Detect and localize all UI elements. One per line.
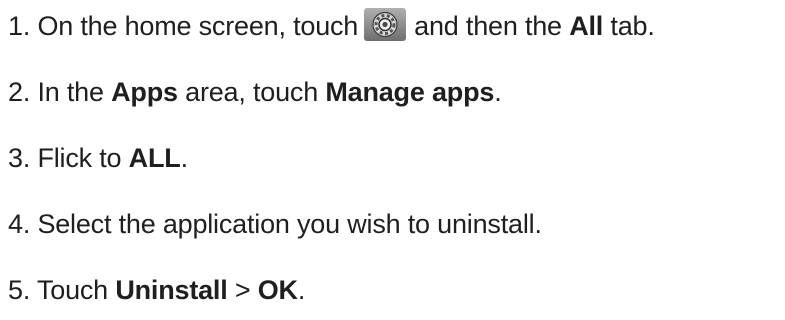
step-text: Flick to bbox=[37, 143, 122, 173]
step-2: 2. In the Apps area, touch Manage apps. bbox=[8, 74, 502, 110]
step-text: . bbox=[494, 77, 502, 107]
step-text: and then the bbox=[414, 11, 562, 41]
apps-area-label: Apps bbox=[111, 77, 178, 107]
all-tab-label: All bbox=[569, 11, 604, 41]
step-number: 4. bbox=[8, 209, 31, 239]
manage-apps-label: Manage apps bbox=[325, 77, 495, 107]
step-number: 1. bbox=[8, 11, 31, 41]
step-5: 5. Touch Uninstall > OK. bbox=[8, 272, 305, 308]
step-1: 1. On the home screen, touch and then th… bbox=[8, 8, 655, 44]
step-text: tab. bbox=[610, 11, 655, 41]
step-number: 5. bbox=[8, 275, 31, 305]
step-number: 3. bbox=[8, 143, 31, 173]
step-text: Select the application you wish to unins… bbox=[37, 209, 542, 239]
settings-gear-icon bbox=[364, 8, 407, 41]
step-3: 3. Flick to ALL. bbox=[8, 140, 188, 176]
step-text: area, touch bbox=[185, 77, 319, 107]
step-4: 4. Select the application you wish to un… bbox=[8, 206, 542, 242]
step-text: . bbox=[180, 143, 189, 173]
step-text: . bbox=[297, 275, 306, 305]
all-label: ALL bbox=[128, 143, 181, 173]
step-text: In the bbox=[37, 77, 104, 107]
uninstall-label: Uninstall bbox=[115, 275, 228, 305]
step-text: On the home screen, touch bbox=[37, 11, 359, 41]
step-text: Touch bbox=[36, 275, 109, 305]
step-text: > bbox=[234, 275, 251, 305]
step-number: 2. bbox=[8, 77, 31, 107]
ok-label: OK bbox=[257, 275, 298, 305]
